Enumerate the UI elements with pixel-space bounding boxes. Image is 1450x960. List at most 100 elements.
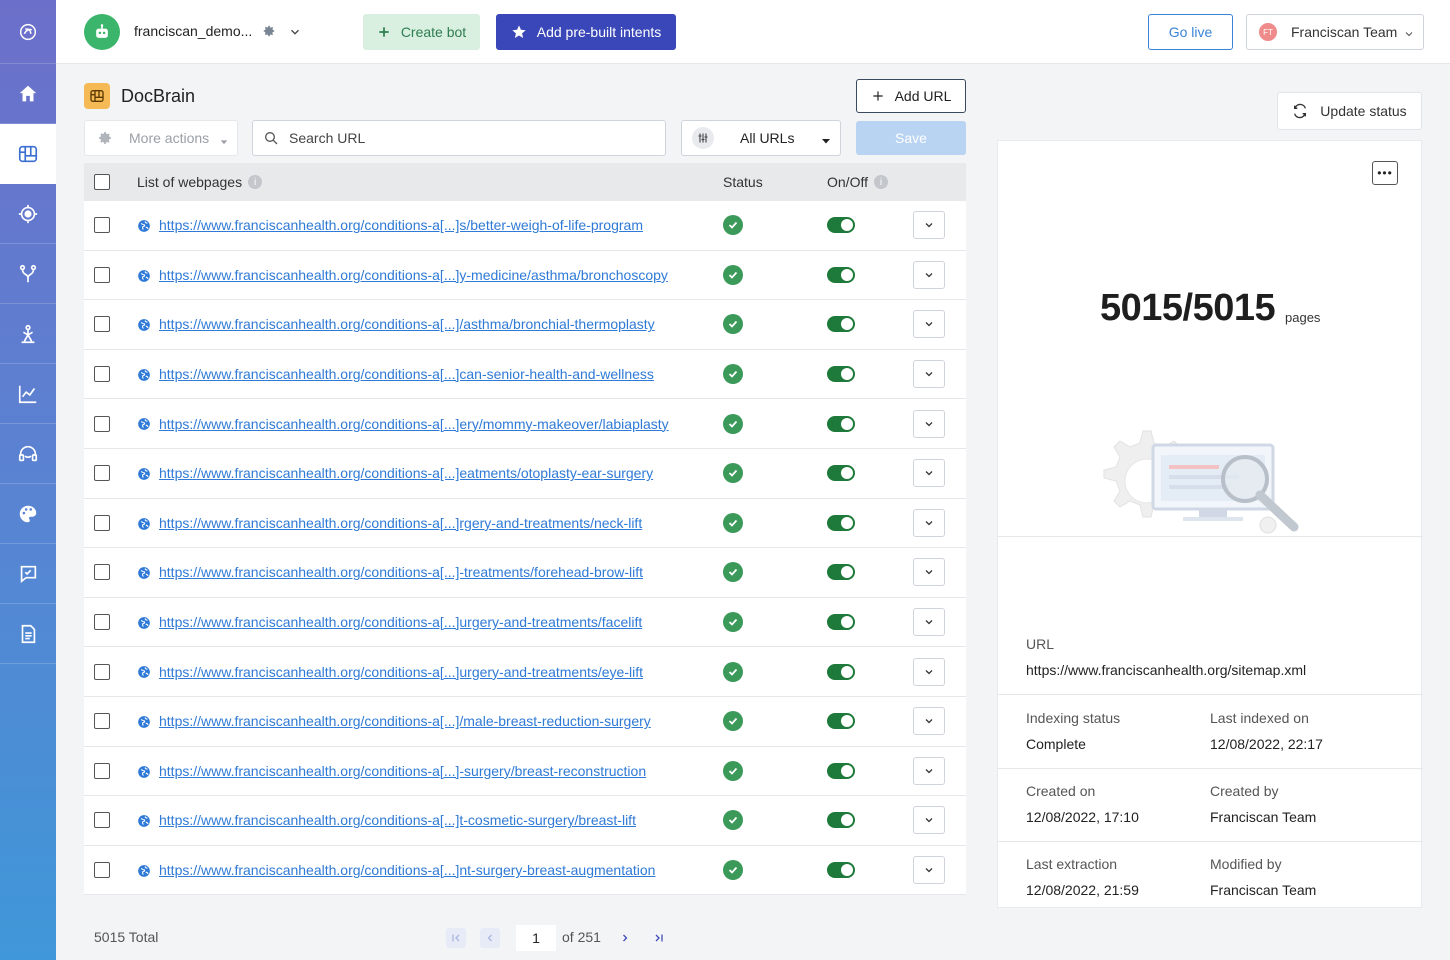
bot-name[interactable]: franciscan_demo... — [134, 23, 252, 39]
row-expand-button[interactable] — [913, 360, 945, 389]
create-bot-button[interactable]: Create bot — [363, 14, 480, 50]
row-expand-button[interactable] — [913, 756, 945, 785]
webpage-url-link[interactable]: https://www.franciscanhealth.org/conditi… — [159, 465, 653, 481]
webpage-url-link[interactable]: https://www.franciscanhealth.org/conditi… — [159, 267, 668, 283]
first-page-button[interactable] — [446, 928, 466, 948]
info-icon[interactable]: i — [873, 175, 888, 189]
sidebar-item-docbrain[interactable] — [0, 124, 56, 184]
go-live-button[interactable]: Go live — [1148, 14, 1233, 50]
row-checkbox[interactable] — [94, 316, 110, 333]
row-expand-button[interactable] — [913, 409, 945, 438]
on-off-toggle[interactable] — [827, 366, 855, 383]
sidebar-item-home[interactable] — [0, 64, 56, 124]
on-off-toggle[interactable] — [827, 812, 855, 829]
search-url-input[interactable] — [289, 130, 649, 146]
last-page-button[interactable] — [649, 928, 669, 948]
sidebar-item-analytics[interactable] — [0, 364, 56, 424]
page-number-input[interactable] — [516, 925, 556, 951]
on-off-toggle[interactable] — [827, 564, 855, 581]
row-expand-button[interactable] — [913, 260, 945, 289]
total-count: 5015 Total — [94, 929, 159, 945]
row-expand-button[interactable] — [913, 459, 945, 488]
select-all-checkbox[interactable] — [94, 174, 110, 190]
more-actions-dropdown[interactable]: More actions — [84, 120, 238, 156]
bot-avatar[interactable] — [84, 14, 120, 50]
webpage-url-link[interactable]: https://www.franciscanhealth.org/conditi… — [159, 614, 642, 630]
webpage-url-link[interactable]: https://www.franciscanhealth.org/conditi… — [159, 812, 636, 828]
on-off-toggle[interactable] — [827, 266, 855, 283]
status-check-icon — [723, 661, 743, 682]
webpage-url-link[interactable]: https://www.franciscanhealth.org/conditi… — [159, 862, 655, 878]
bot-switch-chevron-down-icon[interactable] — [288, 25, 302, 42]
row-checkbox[interactable] — [94, 514, 110, 531]
add-prebuilt-intents-button[interactable]: Add pre-built intents — [496, 14, 676, 50]
row-checkbox[interactable] — [94, 366, 110, 383]
app-logo[interactable] — [0, 0, 56, 64]
row-expand-button[interactable] — [913, 707, 945, 736]
sidebar-item-support[interactable] — [0, 424, 56, 484]
on-off-toggle[interactable] — [827, 415, 855, 432]
globe-icon — [137, 368, 151, 385]
row-expand-button[interactable] — [913, 806, 945, 835]
on-off-toggle[interactable] — [827, 762, 855, 779]
sidebar-item-palette[interactable] — [0, 484, 56, 544]
training-icon — [21, 324, 35, 343]
save-button[interactable]: Save — [856, 121, 966, 155]
webpage-url-link[interactable]: https://www.franciscanhealth.org/conditi… — [159, 316, 655, 332]
row-checkbox[interactable] — [94, 415, 110, 432]
webpage-url-link[interactable]: https://www.franciscanhealth.org/conditi… — [159, 664, 643, 680]
row-expand-button[interactable] — [913, 608, 945, 637]
webpage-url-link[interactable]: https://www.franciscanhealth.org/conditi… — [159, 564, 643, 580]
on-off-toggle[interactable] — [827, 514, 855, 531]
search-url-box[interactable] — [252, 120, 666, 156]
row-expand-button[interactable] — [913, 558, 945, 587]
row-checkbox[interactable] — [94, 266, 110, 283]
on-off-toggle[interactable] — [827, 663, 855, 680]
on-off-toggle[interactable] — [827, 862, 855, 879]
prev-page-button[interactable] — [480, 928, 500, 948]
sidebar-item-document[interactable] — [0, 604, 56, 664]
table-row: https://www.franciscanhealth.org/conditi… — [84, 300, 966, 350]
row-checkbox[interactable] — [94, 812, 110, 829]
on-off-toggle[interactable] — [827, 713, 855, 730]
webpage-url-link[interactable]: https://www.franciscanhealth.org/conditi… — [159, 515, 642, 531]
on-off-toggle[interactable] — [827, 217, 855, 234]
row-checkbox[interactable] — [94, 862, 110, 879]
webpage-url-link[interactable]: https://www.franciscanhealth.org/conditi… — [159, 713, 651, 729]
on-off-toggle[interactable] — [827, 316, 855, 333]
chevron-left-icon — [487, 934, 492, 942]
bot-settings-gear-icon[interactable] — [262, 24, 276, 41]
on-off-toggle[interactable] — [827, 465, 855, 482]
webpage-url-link[interactable]: https://www.franciscanhealth.org/conditi… — [159, 763, 646, 779]
next-page-button[interactable] — [615, 928, 635, 948]
row-checkbox[interactable] — [94, 564, 110, 581]
row-expand-button[interactable] — [913, 856, 945, 885]
webpage-url-link[interactable]: https://www.franciscanhealth.org/conditi… — [159, 366, 654, 382]
panel-more-options-icon[interactable]: ••• — [1372, 161, 1398, 185]
sidebar-item-target[interactable] — [0, 184, 56, 244]
row-expand-button[interactable] — [913, 211, 945, 240]
row-checkbox[interactable] — [94, 614, 110, 631]
url-filter-select[interactable]: All URLs — [681, 120, 841, 156]
webpage-url-link[interactable]: https://www.franciscanhealth.org/conditi… — [159, 217, 643, 233]
modified-by-value: Franciscan Team — [1210, 882, 1317, 898]
sidebar-item-chat-review[interactable] — [0, 544, 56, 604]
add-prebuilt-label: Add pre-built intents — [536, 24, 662, 40]
row-checkbox[interactable] — [94, 663, 110, 680]
row-checkbox[interactable] — [94, 713, 110, 730]
webpage-url-link[interactable]: https://www.franciscanhealth.org/conditi… — [159, 416, 669, 432]
update-status-button[interactable]: Update status — [1277, 92, 1422, 130]
add-url-button[interactable]: Add URL — [856, 79, 966, 113]
row-checkbox[interactable] — [94, 762, 110, 779]
row-expand-button[interactable] — [913, 657, 945, 686]
sidebar-item-training[interactable] — [0, 304, 56, 364]
row-checkbox[interactable] — [94, 217, 110, 234]
on-off-toggle[interactable] — [827, 614, 855, 631]
row-checkbox[interactable] — [94, 465, 110, 482]
status-check-icon — [723, 264, 743, 285]
sidebar-item-flow[interactable] — [0, 244, 56, 304]
row-expand-button[interactable] — [913, 310, 945, 339]
row-expand-button[interactable] — [913, 508, 945, 537]
team-selector[interactable]: FT Franciscan Team — [1246, 14, 1424, 50]
info-icon[interactable]: i — [248, 175, 263, 189]
